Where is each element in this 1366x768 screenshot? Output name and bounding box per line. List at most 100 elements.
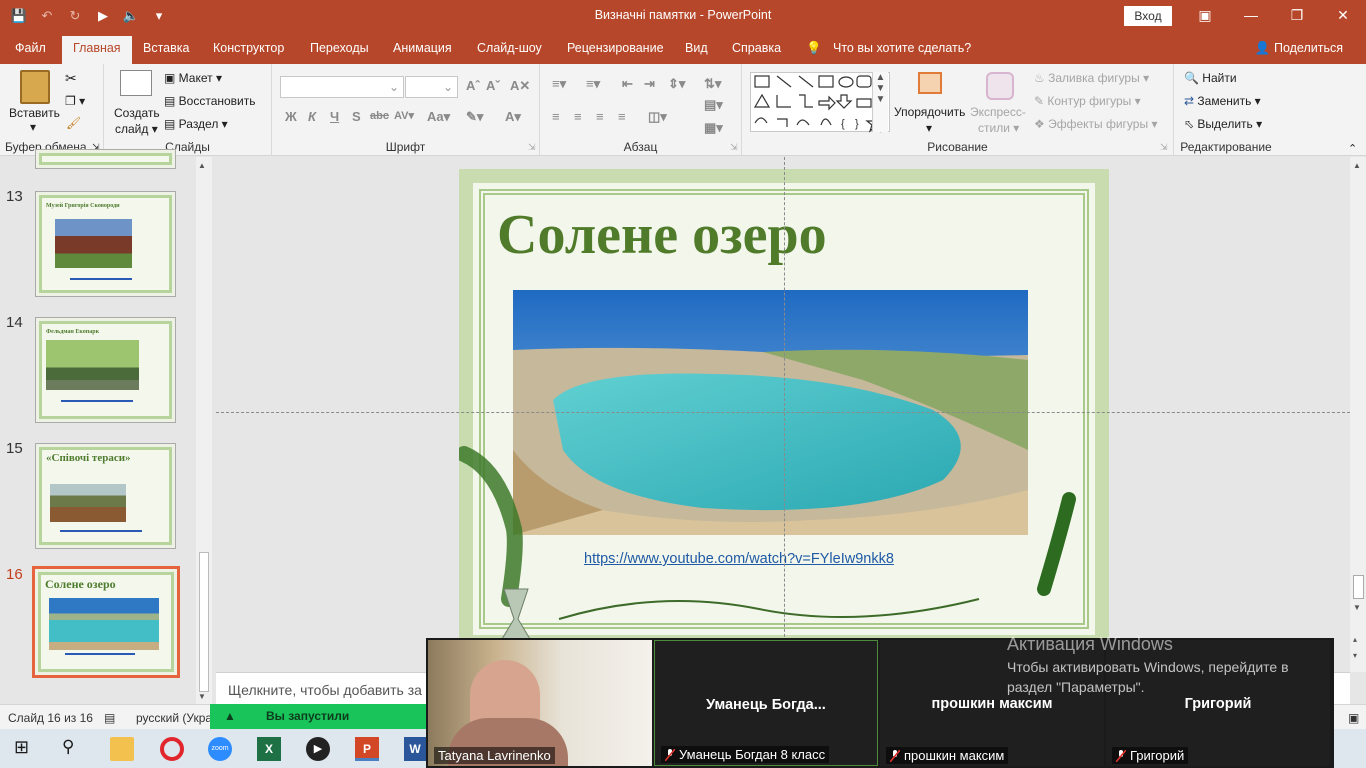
tell-me-search[interactable]: Что вы хотите сделать? (833, 41, 971, 55)
text-direction-icon[interactable]: ⇅▾ (704, 76, 721, 92)
font-family-select[interactable]: ⌄ (280, 76, 404, 98)
highlight-icon[interactable]: ✎▾ (466, 109, 483, 125)
file-explorer-icon[interactable] (110, 737, 134, 761)
decrease-indent-icon[interactable]: ⇤ (622, 76, 633, 92)
spellcheck-icon[interactable]: ▤ (104, 711, 115, 725)
paste-dropdown-icon[interactable]: ▾ (30, 120, 36, 134)
scroll-up-icon[interactable]: ▲ (198, 161, 206, 170)
align-text-icon[interactable]: ▤▾ (704, 97, 723, 113)
align-left-icon[interactable]: ≡ (552, 109, 560, 124)
slide-thumbnail-13[interactable]: Музей Григорія Сковороди (35, 191, 176, 297)
screen-share-banner[interactable]: ▲ Вы запустили демонстраци (210, 704, 430, 748)
slide-thumbnail-15[interactable]: «Співочі тераси» (35, 443, 176, 549)
opera-icon[interactable] (160, 737, 184, 761)
search-icon[interactable]: ⚲ (62, 737, 86, 761)
arrange-dropdown-icon[interactable]: ▾ (926, 121, 932, 135)
font-color-icon[interactable]: A▾ (505, 109, 521, 125)
layout-button[interactable]: ▣ Макет ▾ (164, 71, 222, 85)
scroll-down-icon[interactable]: ▼ (1353, 603, 1361, 612)
quick-styles-label-1[interactable]: Экспресс- (970, 105, 1026, 119)
section-button[interactable]: ▤ Раздел ▾ (164, 117, 228, 131)
strikethrough-button[interactable]: abc (370, 110, 389, 122)
shapes-gallery-scroll[interactable]: ▲ ▼ ▼ (872, 72, 888, 132)
new-slide-icon[interactable] (120, 70, 152, 96)
numbering-icon[interactable]: ≡▾ (586, 76, 600, 92)
replace-button[interactable]: ⇄ Заменить ▾ (1184, 94, 1261, 108)
shape-effects-button[interactable]: ❖ Эффекты фигуры ▾ (1034, 117, 1157, 131)
find-button[interactable]: 🔍 Найти (1184, 71, 1237, 85)
share-button[interactable]: 👤 Поделиться (1255, 41, 1343, 56)
video-tile-2[interactable]: Уманець Богда... Уманець Богдан 8 класс (654, 640, 878, 766)
bullets-icon[interactable]: ≡▾ (552, 76, 566, 92)
vertical-guide[interactable] (784, 157, 785, 672)
notification-area[interactable] (1334, 729, 1366, 768)
font-launcher-icon[interactable]: ⇲ (528, 142, 536, 153)
tab-file[interactable]: Файл (15, 41, 46, 55)
increase-indent-icon[interactable]: ⇥ (644, 76, 655, 92)
shape-fill-button[interactable]: ♨ Заливка фигуры ▾ (1034, 71, 1149, 85)
increase-font-icon[interactable]: Aˆ (466, 78, 480, 93)
tab-view[interactable]: Вид (685, 41, 708, 55)
shape-outline-button[interactable]: ✎ Контур фигуры ▾ (1034, 94, 1141, 108)
shadow-button[interactable]: S (352, 109, 361, 124)
minimize-icon[interactable]: — (1228, 0, 1274, 33)
powerpoint-icon[interactable]: P (355, 737, 379, 761)
format-painter-icon[interactable]: 🖌 (66, 116, 81, 130)
scroll-up-icon[interactable]: ▲ (1353, 161, 1361, 170)
close-icon[interactable]: ✕ (1320, 0, 1366, 33)
justify-icon[interactable]: ≡ (618, 109, 626, 124)
media-player-icon[interactable]: ▶ (306, 737, 330, 761)
reset-button[interactable]: ▤ Восстановить (164, 94, 256, 108)
thumbnail-scrollbar[interactable]: ▲ ▼ (196, 157, 212, 704)
smartart-icon[interactable]: ▦▾ (704, 120, 723, 136)
align-center-icon[interactable]: ≡ (574, 109, 582, 124)
quick-styles-label-2[interactable]: стили ▾ (978, 121, 1019, 135)
horizontal-guide[interactable] (216, 412, 1350, 413)
paste-label[interactable]: Вставить (9, 106, 60, 120)
next-slide-icon[interactable]: ▾ (1353, 651, 1357, 660)
word-icon[interactable]: W (404, 737, 426, 761)
thumbnail-scroll-thumb[interactable] (199, 552, 209, 692)
slide-thumbnail-12[interactable] (35, 149, 176, 169)
tab-help[interactable]: Справка (732, 41, 781, 55)
fit-slide-icon[interactable]: ▣ (1348, 711, 1359, 725)
char-spacing-icon[interactable]: AV▾ (394, 109, 414, 122)
windows-start-icon[interactable]: ⊞ (14, 737, 38, 761)
columns-icon[interactable]: ◫▾ (648, 109, 667, 125)
editor-scroll-thumb[interactable] (1353, 575, 1364, 599)
cut-icon[interactable]: ✂ (65, 70, 77, 87)
editor-scrollbar[interactable]: ▲ ▼ ▴ ▾ (1350, 157, 1366, 672)
shapes-gallery[interactable]: {} (750, 72, 890, 133)
slide-thumbnail-14[interactable]: Фельдман Екопарк (35, 317, 176, 423)
arrange-label[interactable]: Упорядочить (894, 105, 965, 119)
tab-insert[interactable]: Вставка (143, 41, 189, 55)
bold-button[interactable]: Ж (285, 109, 297, 124)
tab-home[interactable]: Главная (62, 36, 132, 64)
scroll-down-icon[interactable]: ▼ (198, 692, 206, 701)
align-right-icon[interactable]: ≡ (596, 109, 604, 124)
restore-icon[interactable]: ❐ (1274, 0, 1320, 33)
tab-design[interactable]: Конструктор (213, 41, 284, 55)
decrease-font-icon[interactable]: Aˇ (486, 78, 500, 93)
paste-icon[interactable] (20, 70, 50, 104)
tab-slideshow[interactable]: Слайд-шоу (477, 41, 542, 55)
excel-icon[interactable]: X (257, 737, 281, 761)
quick-styles-icon[interactable] (986, 72, 1014, 100)
italic-button[interactable]: К (308, 109, 316, 124)
underline-button[interactable]: Ч (330, 109, 339, 124)
paragraph-launcher-icon[interactable]: ⇲ (730, 142, 738, 153)
tab-animations[interactable]: Анимация (393, 41, 452, 55)
language-indicator[interactable]: русский (Укра (136, 711, 212, 725)
arrange-icon[interactable] (918, 72, 942, 94)
slide-thumbnail-16[interactable]: Солене озеро (32, 566, 180, 678)
zoom-icon[interactable]: zoom (208, 737, 232, 761)
drawing-launcher-icon[interactable]: ⇲ (1160, 142, 1168, 153)
clear-format-icon[interactable]: A✕ (510, 78, 530, 94)
video-tile-self[interactable]: Tatyana Lavrinenko (428, 640, 652, 766)
line-spacing-icon[interactable]: ⇕▾ (668, 76, 685, 92)
tab-transitions[interactable]: Переходы (310, 41, 369, 55)
notes-placeholder[interactable]: Щелкните, чтобы добавить за (228, 682, 422, 698)
copy-icon[interactable]: ❐ ▾ (65, 94, 85, 108)
ribbon-display-icon[interactable]: ▣ (1182, 0, 1228, 33)
select-button[interactable]: ⬁ Выделить ▾ (1184, 117, 1262, 131)
